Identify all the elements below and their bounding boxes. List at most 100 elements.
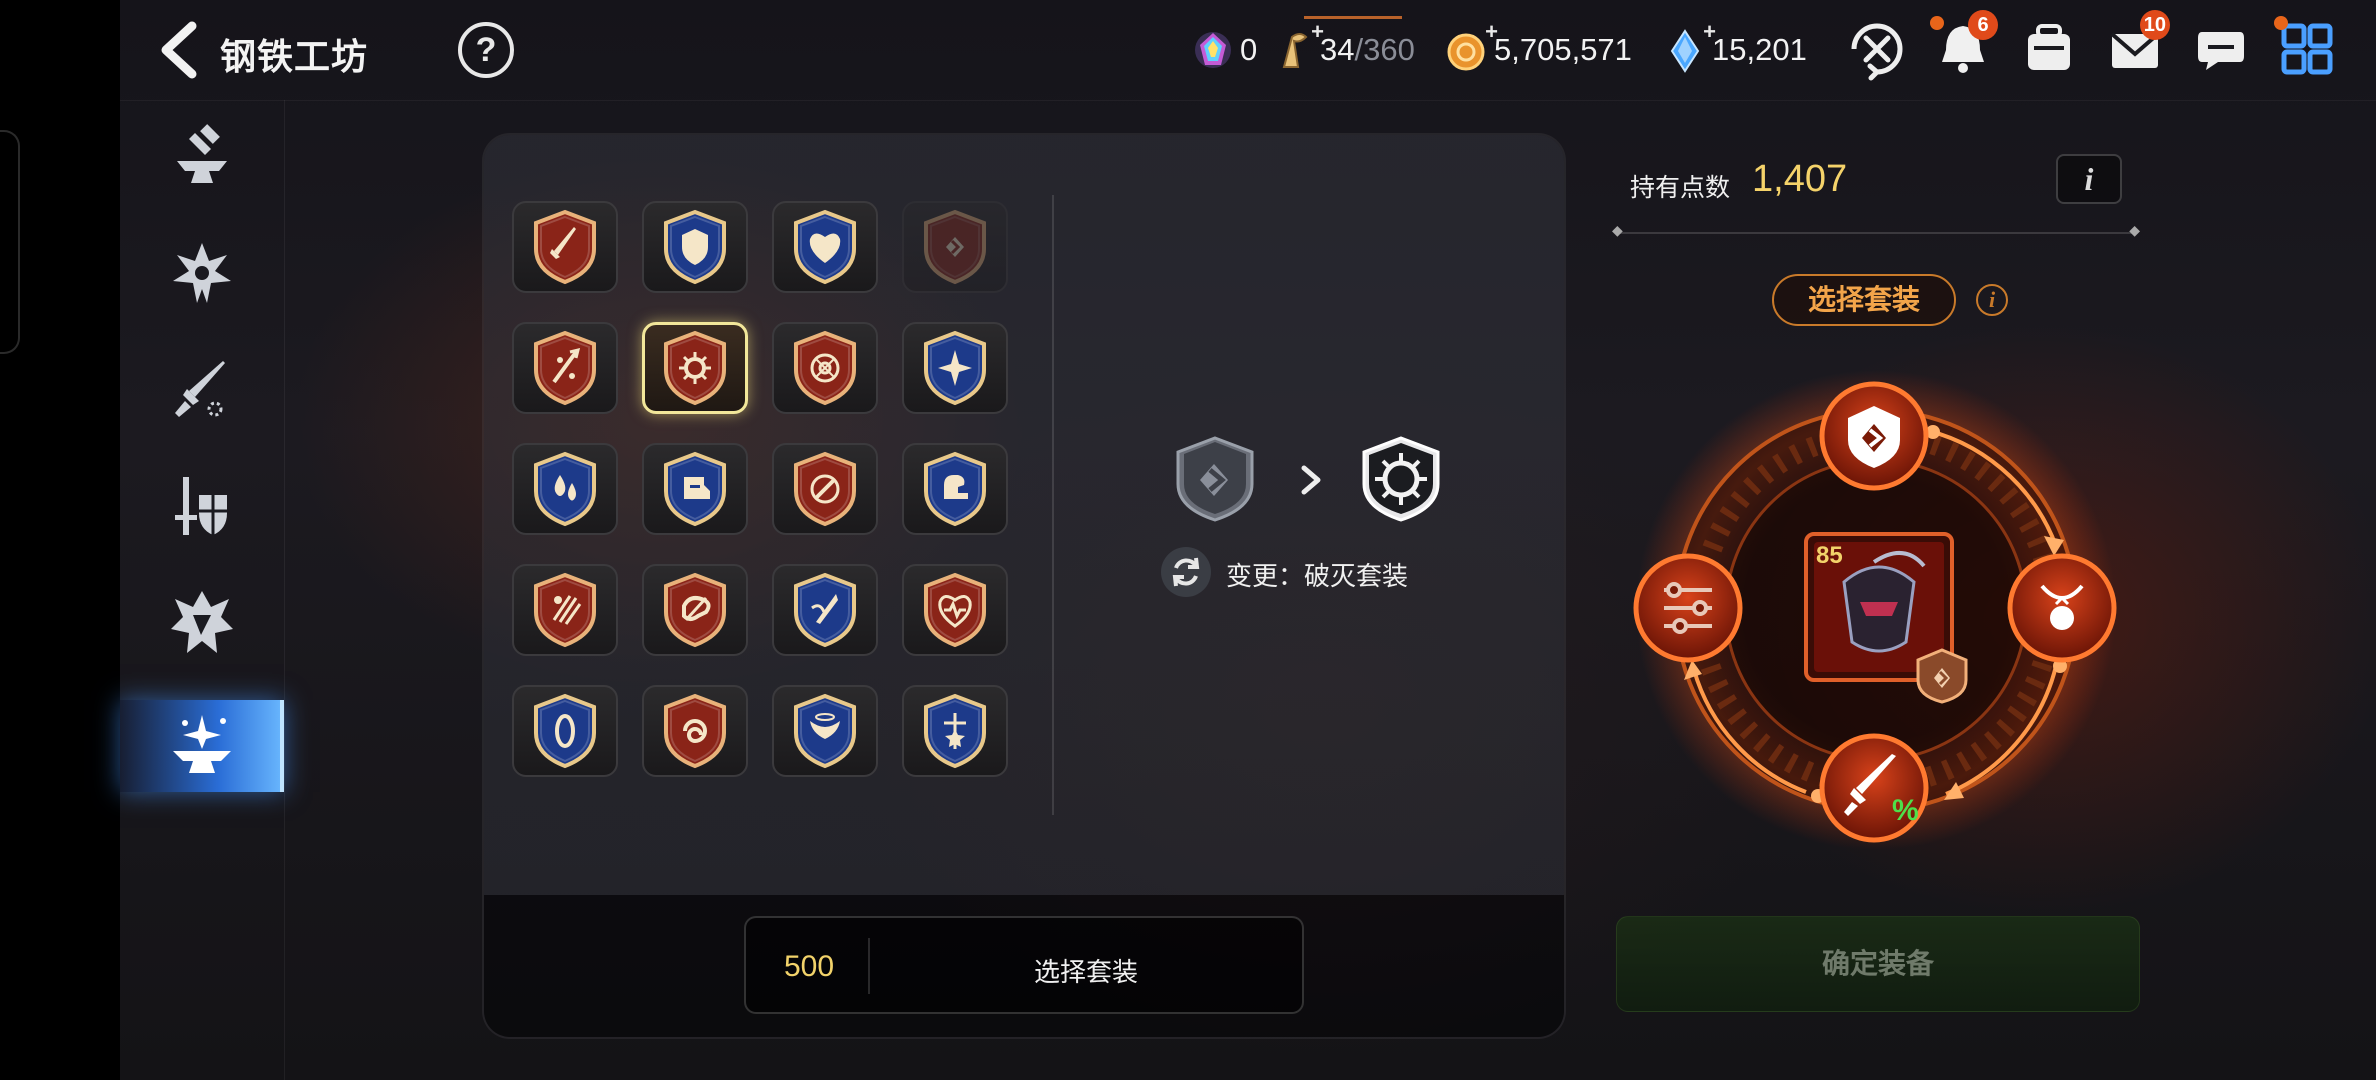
- set-option-blade[interactable]: [772, 564, 878, 656]
- slot-options[interactable]: [1632, 552, 1744, 664]
- resource-crystal-value: 0: [1240, 32, 1258, 67]
- chevron-set-icon: [1176, 436, 1254, 522]
- chat-button[interactable]: [2188, 16, 2254, 82]
- resource-crystal[interactable]: 0: [1190, 26, 1257, 74]
- slot-necklace[interactable]: [2006, 552, 2118, 664]
- panel-divider: [1052, 195, 1054, 815]
- set-option-star-compass[interactable]: [902, 322, 1008, 414]
- gold-coin-icon: +: [1444, 19, 1498, 73]
- change-label: 变更：破灭套装: [1226, 561, 1409, 591]
- change-preview: 变更：破灭套装: [1160, 428, 1460, 628]
- set-option-shield[interactable]: [642, 201, 748, 293]
- swap-refresh-icon[interactable]: [1160, 546, 1212, 598]
- sword-shield-icon: [175, 477, 227, 535]
- nav-sword-refine[interactable]: [120, 344, 284, 436]
- select-set-info-button[interactable]: i: [1976, 284, 2008, 316]
- info-button[interactable]: i: [2056, 154, 2122, 204]
- star-compass-set-icon: [924, 330, 986, 406]
- mail-badge: 10: [2139, 10, 2170, 40]
- boot-set-icon: [664, 451, 726, 527]
- equipment-ring: % 85: [1626, 360, 2126, 860]
- select-set-cost-button[interactable]: 500 选择套装: [744, 916, 1304, 1014]
- resource-stamina[interactable]: + 34 /360: [1270, 16, 1415, 74]
- set-option-swirl[interactable]: [642, 685, 748, 777]
- target-set-icon: [794, 330, 856, 406]
- set-option-star-cross[interactable]: [902, 685, 1008, 777]
- battle-auto-button[interactable]: [1844, 16, 1910, 82]
- sword-percent-icon: %: [1819, 733, 1929, 843]
- back-button[interactable]: [150, 18, 214, 82]
- resource-gold-value: 5,705,571: [1494, 32, 1632, 67]
- chevron-slot-icon: [1819, 381, 1929, 491]
- top-bar: 钢铁工坊 ? 0 + 34 /360 + 5,705,571 + 15,201: [120, 0, 2376, 101]
- shield-set-icon: [664, 209, 726, 285]
- chevron-set-icon: [924, 209, 986, 285]
- spark-arrow-set-icon: [534, 330, 596, 406]
- heart-set-icon: [794, 209, 856, 285]
- nav-sparkle-anvil[interactable]: [120, 700, 284, 792]
- blue-gem-icon: +: [1662, 19, 1716, 73]
- resource-gold[interactable]: + 5,705,571: [1444, 19, 1632, 74]
- help-button[interactable]: ?: [458, 22, 514, 78]
- flame-crest-icon: [173, 243, 231, 303]
- nav-anvil-hammer[interactable]: [120, 112, 284, 204]
- rainbow-crystal-icon: [1190, 27, 1236, 73]
- wings-set-icon: [794, 693, 856, 769]
- necklace-icon: [2007, 553, 2117, 663]
- equipped-item-slot[interactable]: 85: [1804, 532, 1968, 704]
- page-title: 钢铁工坊: [220, 36, 369, 77]
- set-option-fist[interactable]: [642, 564, 748, 656]
- sword-set-icon: [534, 209, 596, 285]
- shatter-icon: [171, 591, 233, 653]
- set-option-spark-arrow[interactable]: [512, 322, 618, 414]
- set-option-heart-wave[interactable]: [902, 564, 1008, 656]
- set-option-target[interactable]: [772, 322, 878, 414]
- resource-gems[interactable]: + 15,201: [1662, 19, 1807, 74]
- item-set-badge-icon: [1916, 648, 1968, 704]
- set-option-drops[interactable]: [512, 443, 618, 535]
- arm-set-icon: [924, 451, 986, 527]
- set-option-oval-shield[interactable]: [512, 685, 618, 777]
- confirm-equip-button[interactable]: 确定装备: [1616, 916, 2140, 1012]
- fist-set-icon: [664, 572, 726, 648]
- points-label: 持有点数: [1630, 174, 1731, 202]
- slot-weapon-percent[interactable]: %: [1818, 732, 1930, 844]
- set-option-burst[interactable]: [642, 322, 748, 414]
- main-menu-button[interactable]: [2274, 16, 2340, 82]
- inventory-button[interactable]: [2016, 16, 2082, 82]
- oval-shield-set-icon: [534, 693, 596, 769]
- set-option-arm[interactable]: [902, 443, 1008, 535]
- set-option-claw[interactable]: [512, 564, 618, 656]
- nav-flame-crest[interactable]: [120, 228, 284, 320]
- arrow-right-icon: [1301, 465, 1321, 495]
- set-option-boot[interactable]: [642, 443, 748, 535]
- select-set-tab[interactable]: 选择套装: [1772, 274, 1956, 326]
- swirl-set-icon: [664, 693, 726, 769]
- notifications-badge: 6: [1968, 10, 1998, 40]
- crossed-swords-refresh-icon: [1851, 23, 1903, 81]
- mail-button[interactable]: 10: [2102, 10, 2170, 82]
- notifications-button[interactable]: 6: [1930, 10, 1998, 82]
- nav-shatter[interactable]: [120, 576, 284, 668]
- stamina-bar: [1304, 16, 1402, 19]
- set-option-wings[interactable]: [772, 685, 878, 777]
- set-option-chevron[interactable]: [902, 201, 1008, 293]
- set-option-slash-circle[interactable]: [772, 443, 878, 535]
- star-cross-set-icon: [924, 693, 986, 769]
- backpack-icon: [2028, 24, 2070, 70]
- burst-set-icon: [664, 330, 726, 406]
- heart-wave-set-icon: [924, 572, 986, 648]
- nav-sword-shield[interactable]: [120, 460, 284, 552]
- anvil-hammer-icon: [177, 124, 227, 183]
- alert-dot: [2274, 16, 2288, 30]
- burst-set-icon: [1362, 436, 1440, 522]
- slot-set-top[interactable]: [1818, 380, 1930, 492]
- set-option-heart[interactable]: [772, 201, 878, 293]
- set-option-sword[interactable]: [512, 201, 618, 293]
- forge-side-nav: [120, 100, 285, 1080]
- resource-gems-value: 15,201: [1712, 32, 1807, 67]
- sparkle-anvil-icon: [173, 715, 231, 773]
- sliders-icon: [1633, 553, 1743, 663]
- resource-stamina-value: 34: [1320, 32, 1355, 67]
- item-level: 85: [1816, 542, 1843, 569]
